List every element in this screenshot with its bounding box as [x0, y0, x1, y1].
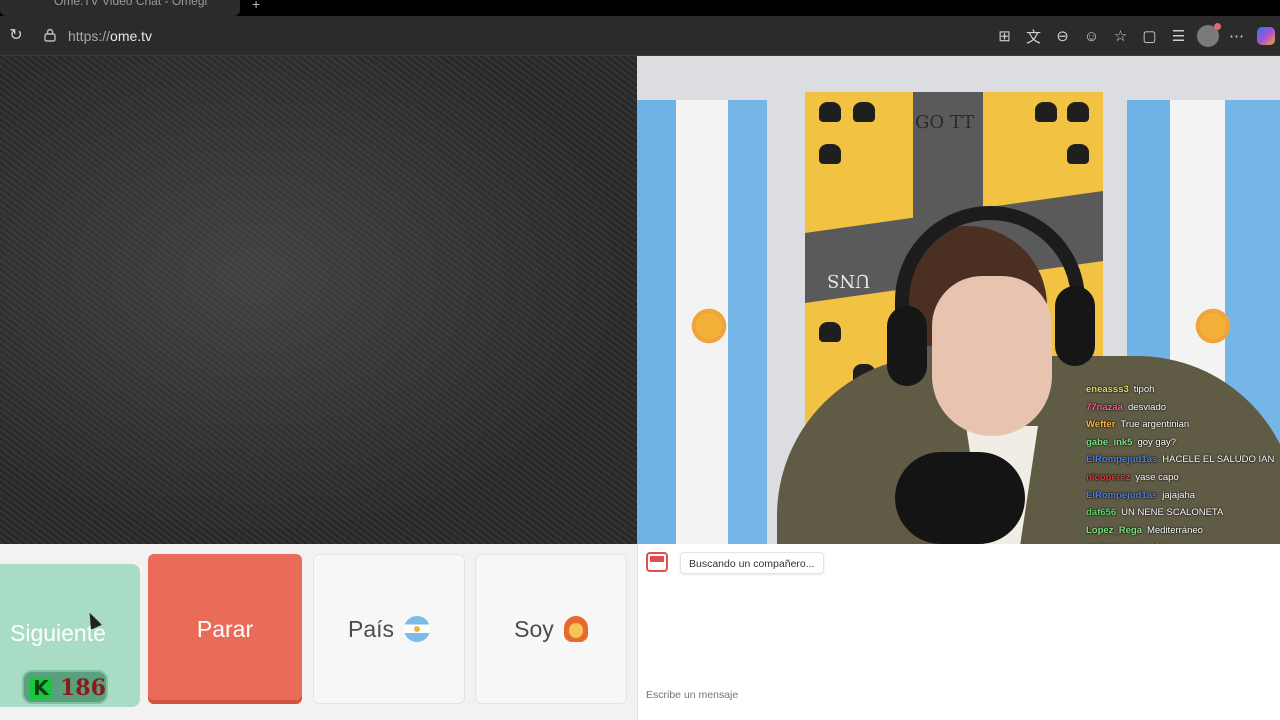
karma-icon: K [30, 677, 52, 699]
country-label: País [347, 615, 395, 642]
eagle-icon [819, 102, 841, 122]
profile-avatar[interactable] [1193, 16, 1222, 56]
stop-button-label: Parar [196, 615, 254, 642]
ellipsis-icon[interactable]: ⋯ [1222, 16, 1251, 56]
stream-chat-line: Lopez_Rega Mediterráneo [1086, 522, 1280, 540]
browser-toolbar: ↻ https://ome.tv ⊞ 文 ⊖ ☺ ☆ ▢ ☰ ⋯ [0, 16, 1280, 56]
browser-tab[interactable]: Ome.TV Video Chat - Omegl [0, 0, 240, 16]
stream-chat-message: UN NENE SCALONETA [1121, 507, 1224, 519]
stream-chat-line: daf656 UN NENE SCALONETA [1086, 504, 1280, 522]
apps-icon[interactable]: ⊞ [990, 16, 1019, 56]
stream-chat-username: ElRompejud1as [1086, 489, 1158, 501]
copilot-icon[interactable] [1251, 16, 1280, 56]
stranger-video-static [0, 56, 637, 544]
stream-chat-message: desviado [1127, 401, 1167, 413]
microphone [895, 452, 1025, 544]
sun-emblem-right [1193, 306, 1233, 346]
stream-chat-line: 77nazaa desviado [1086, 399, 1280, 417]
country-selector-button[interactable]: País [313, 554, 465, 704]
stream-chat-line: eneasss3 tipoh [1086, 381, 1280, 399]
gender-selector-button[interactable]: Soy [475, 554, 627, 704]
headset-earcup-left [887, 306, 927, 386]
sun-emblem-left [689, 306, 729, 346]
stream-chat-username: daf656 [1086, 507, 1117, 519]
star-icon[interactable]: ☆ [1106, 16, 1135, 56]
page-content: GO TT UNS eneasss3 tipoh 77nazaa desviado We… [0, 56, 1280, 720]
stream-chat-line: gabe_ink5 goy gay? [1086, 434, 1280, 452]
url-text[interactable]: https://ome.tv [68, 28, 152, 44]
favorites-icon[interactable]: ☰ [1164, 16, 1193, 56]
address-bar[interactable]: https://ome.tv [36, 21, 1136, 51]
eagle-icon [1035, 102, 1057, 122]
chat-message-input[interactable] [638, 684, 1078, 706]
stream-chat-username: Lopez_Rega [1086, 524, 1142, 536]
stream-chat-message: HACELE EL SALUDO IAN [1162, 454, 1275, 466]
avatar [1196, 23, 1221, 47]
ometv-logo-icon [646, 552, 668, 572]
lock-icon[interactable] [44, 28, 56, 42]
eagle-icon [819, 144, 841, 164]
video-icon[interactable]: ▢ [1135, 16, 1164, 56]
stream-chat-line: Wefter True argentinian [1086, 416, 1280, 434]
toolbar-icons: ⊞ 文 ⊖ ☺ ☆ ▢ ☰ ⋯ [990, 16, 1280, 56]
copilot-logo [1256, 27, 1275, 45]
stream-chat-line: ElRompejud1as HACELE EL SALUDO IAN [1086, 451, 1280, 469]
female-emoji-icon [563, 616, 588, 642]
new-tab-icon[interactable]: + [252, 0, 260, 12]
stop-button[interactable]: Parar [148, 554, 302, 704]
stream-chat-line: nicoperez yase capo [1086, 469, 1280, 487]
stream-chat-message: Mediterráneo [1146, 524, 1203, 536]
stream-chat-message: jajajaha [1162, 489, 1196, 501]
eagle-icon [853, 102, 875, 122]
reload-icon[interactable]: ↻ [6, 26, 26, 46]
karma-count: 186 [60, 675, 106, 701]
gender-label: Soy [514, 615, 554, 642]
stream-chat-username: ElRompejud1as [1086, 454, 1158, 466]
zoom-out-icon[interactable]: ⊖ [1048, 16, 1077, 56]
headset-earcup-right [1055, 286, 1095, 366]
stream-chat-username: eneasss3 [1086, 384, 1129, 395]
url-protocol: https:// [68, 28, 111, 44]
stream-chat-line: ElRompejud1as jajajaha [1086, 487, 1280, 505]
url-host: ome.tv [110, 28, 153, 44]
stream-chat-message: yase capo [1135, 471, 1179, 483]
stream-chat-username: nicoperez [1086, 471, 1131, 483]
text-chat-panel: Buscando un compañero... [637, 544, 1280, 720]
stream-chat-username: Wefter [1086, 419, 1116, 431]
stream-chat-username: gabe_ink5 [1086, 436, 1133, 448]
translate-icon[interactable]: 文 [1019, 16, 1048, 56]
system-status-message: Buscando un compañero... [680, 552, 824, 574]
stream-chat-username: 77nazaa [1086, 401, 1123, 413]
tab-strip: Ome.TV Video Chat - Omegl + [0, 0, 1280, 16]
karma-badge: K 186 [22, 670, 108, 704]
banner-text-top: GO TT [915, 112, 975, 133]
eagle-icon [1067, 102, 1089, 122]
next-button[interactable]: Siguiente K 186 [0, 564, 140, 707]
eagle-icon [819, 322, 841, 342]
banner-text-bottom: UNS [827, 270, 871, 291]
browser-tab-title: Ome.TV Video Chat - Omegl [54, 0, 208, 8]
argentina-flag-icon [404, 616, 431, 642]
emoji-icon[interactable]: ☺ [1077, 16, 1106, 56]
eagle-icon [1067, 144, 1089, 164]
stream-chat-message: goy gay? [1137, 436, 1177, 448]
control-panel: Siguiente K 186 Parar País Soy [0, 544, 637, 720]
stream-chat-message: tipoh [1133, 384, 1155, 395]
stream-chat-message: True argentinian [1120, 419, 1190, 431]
